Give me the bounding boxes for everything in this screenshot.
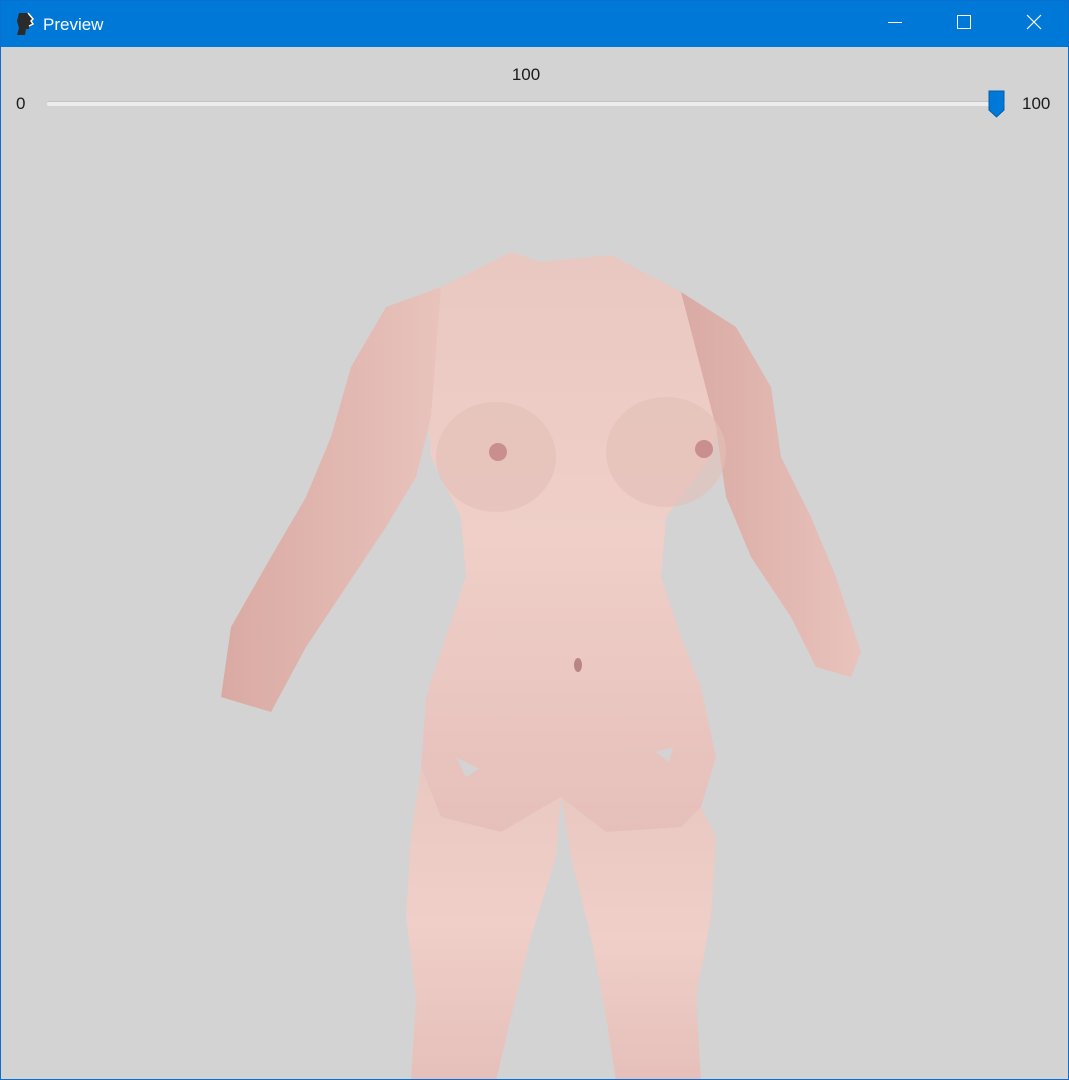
- minimize-button[interactable]: [860, 1, 930, 47]
- slider-max-label: 100: [1022, 94, 1051, 113]
- minimize-icon: [887, 14, 903, 35]
- slider-thumb[interactable]: [988, 90, 1005, 118]
- maximize-icon: [956, 14, 972, 35]
- maximize-button[interactable]: [929, 1, 999, 47]
- preview-viewport[interactable]: 100 0 100: [1, 47, 1068, 1079]
- preview-window: Preview 100 0 100: [0, 0, 1069, 1080]
- close-button[interactable]: [999, 1, 1068, 47]
- slider-min-label: 0: [16, 94, 26, 113]
- title-bar[interactable]: Preview: [1, 1, 1068, 47]
- close-icon: [1026, 14, 1042, 35]
- window-title: Preview: [43, 15, 104, 34]
- slider-value-label: 100: [511, 65, 541, 84]
- head-silhouette-icon: [15, 12, 37, 36]
- slider-track[interactable]: [47, 101, 1005, 106]
- body-mesh-preview: [211, 197, 881, 1079]
